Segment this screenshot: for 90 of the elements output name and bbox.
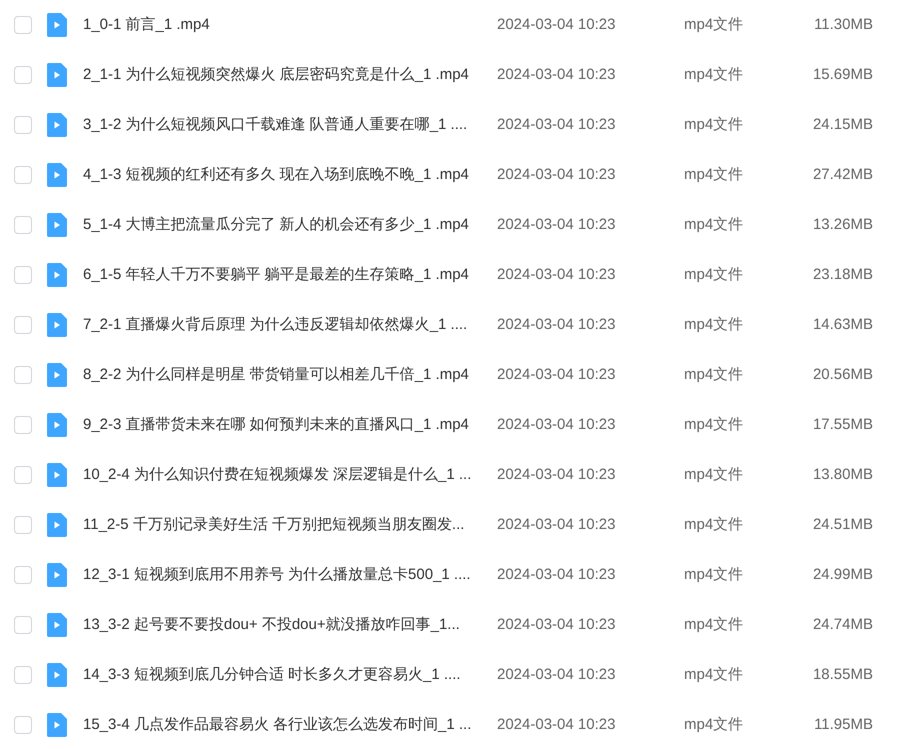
modified-date: 2024-03-04 10:23 [497,614,616,635]
modified-date: 2024-03-04 10:23 [497,414,616,435]
file-size: 13.26MB [812,214,873,235]
file-size: 11.95MB [813,714,873,735]
checkbox[interactable] [14,566,32,584]
file-name[interactable]: 6_1-5 年轻人千万不要躺平 躺平是最差的生存策略_1 .mp4 [83,266,469,283]
file-name[interactable]: 13_3-2 起号要不要投dou+ 不投dou+就没播放咋回事_1... [83,616,460,633]
checkbox[interactable] [14,66,32,84]
file-size: 24.51MB [812,514,873,535]
video-file-icon [47,413,67,437]
file-type: mp4文件 [684,14,744,35]
checkbox[interactable] [14,16,32,34]
file-type: mp4文件 [684,614,744,635]
file-type: mp4文件 [684,314,744,335]
checkbox[interactable] [14,116,32,134]
file-type: mp4文件 [684,664,744,685]
modified-date: 2024-03-04 10:23 [497,214,616,235]
checkbox[interactable] [14,616,32,634]
modified-date: 2024-03-04 10:23 [497,664,616,685]
file-type: mp4文件 [684,514,744,535]
video-file-icon [47,213,67,237]
file-size: 23.18MB [812,264,873,285]
video-file-icon [47,113,67,137]
file-name[interactable]: 4_1-3 短视频的红利还有多久 现在入场到底晚不晚_1 .mp4 [83,166,469,183]
file-size: 24.99MB [812,564,873,585]
modified-date: 2024-03-04 10:23 [497,64,616,85]
file-name[interactable]: 14_3-3 短视频到底几分钟合适 时长多久才更容易火_1 .... [83,666,461,683]
modified-date: 2024-03-04 10:23 [497,514,616,535]
checkbox[interactable] [14,216,32,234]
checkbox[interactable] [14,166,32,184]
file-size: 15.69MB [812,64,873,85]
file-size: 24.15MB [812,114,873,135]
file-name[interactable]: 1_0-1 前言_1 .mp4 [83,16,210,33]
video-file-icon [47,613,67,637]
file-type: mp4文件 [684,214,744,235]
checkbox[interactable] [14,666,32,684]
file-name[interactable]: 5_1-4 大博主把流量瓜分完了 新人的机会还有多少_1 .mp4 [83,216,469,233]
video-file-icon [47,713,67,737]
modified-date: 2024-03-04 10:23 [497,314,616,335]
file-type: mp4文件 [684,114,744,135]
modified-date: 2024-03-04 10:23 [497,264,616,285]
modified-date: 2024-03-04 10:23 [497,464,616,485]
checkbox[interactable] [14,516,32,534]
modified-date: 2024-03-04 10:23 [497,564,616,585]
modified-date: 2024-03-04 10:23 [497,364,616,385]
file-size: 27.42MB [812,164,873,185]
file-type: mp4文件 [684,464,744,485]
file-size: 14.63MB [812,314,873,335]
modified-date: 2024-03-04 10:23 [497,714,616,735]
file-name[interactable]: 12_3-1 短视频到底用不用养号 为什么播放量总卡500_1 .... [83,566,471,583]
video-file-icon [47,263,67,287]
file-size: 18.55MB [812,664,873,685]
checkbox[interactable] [14,416,32,434]
file-type: mp4文件 [684,414,744,435]
file-name[interactable]: 2_1-1 为什么短视频突然爆火 底层密码究竟是什么_1 .mp4 [83,66,469,83]
file-size: 11.30MB [813,14,873,35]
video-file-icon [47,313,67,337]
file-size: 24.74MB [812,614,873,635]
video-file-icon [47,63,67,87]
file-type: mp4文件 [684,564,744,585]
file-size: 17.55MB [812,414,873,435]
video-file-icon [47,13,67,37]
file-size: 20.56MB [812,364,873,385]
checkbox[interactable] [14,716,32,734]
file-size: 13.80MB [812,464,873,485]
file-name[interactable]: 3_1-2 为什么短视频风口千载难逢 队普通人重要在哪_1 .... [83,116,468,133]
modified-date: 2024-03-04 10:23 [497,164,616,185]
modified-date: 2024-03-04 10:23 [497,114,616,135]
file-name[interactable]: 15_3-4 几点发作品最容易火 各行业该怎么选发布时间_1 ... [83,716,472,733]
checkbox[interactable] [14,466,32,484]
checkbox[interactable] [14,366,32,384]
file-name[interactable]: 10_2-4 为什么知识付费在短视频爆发 深层逻辑是什么_1 ... [83,466,472,483]
video-file-icon [47,463,67,487]
video-file-icon [47,163,67,187]
checkbox[interactable] [14,316,32,334]
file-name[interactable]: 9_2-3 直播带货未来在哪 如何预判未来的直播风口_1 .mp4 [83,416,469,433]
file-name[interactable]: 11_2-5 千万别记录美好生活 千万别把短视频当朋友圈发... [83,516,464,533]
video-file-icon [47,513,67,537]
file-name[interactable]: 7_2-1 直播爆火背后原理 为什么违反逻辑却依然爆火_1 .... [83,316,468,333]
file-type: mp4文件 [684,714,744,735]
file-type: mp4文件 [684,364,744,385]
video-file-icon [47,363,67,387]
modified-date: 2024-03-04 10:23 [497,14,616,35]
file-type: mp4文件 [684,164,744,185]
checkbox[interactable] [14,266,32,284]
video-file-icon [47,663,67,687]
file-name[interactable]: 8_2-2 为什么同样是明星 带货销量可以相差几千倍_1 .mp4 [83,366,469,383]
file-type: mp4文件 [684,64,744,85]
file-type: mp4文件 [684,264,744,285]
video-file-icon [47,563,67,587]
